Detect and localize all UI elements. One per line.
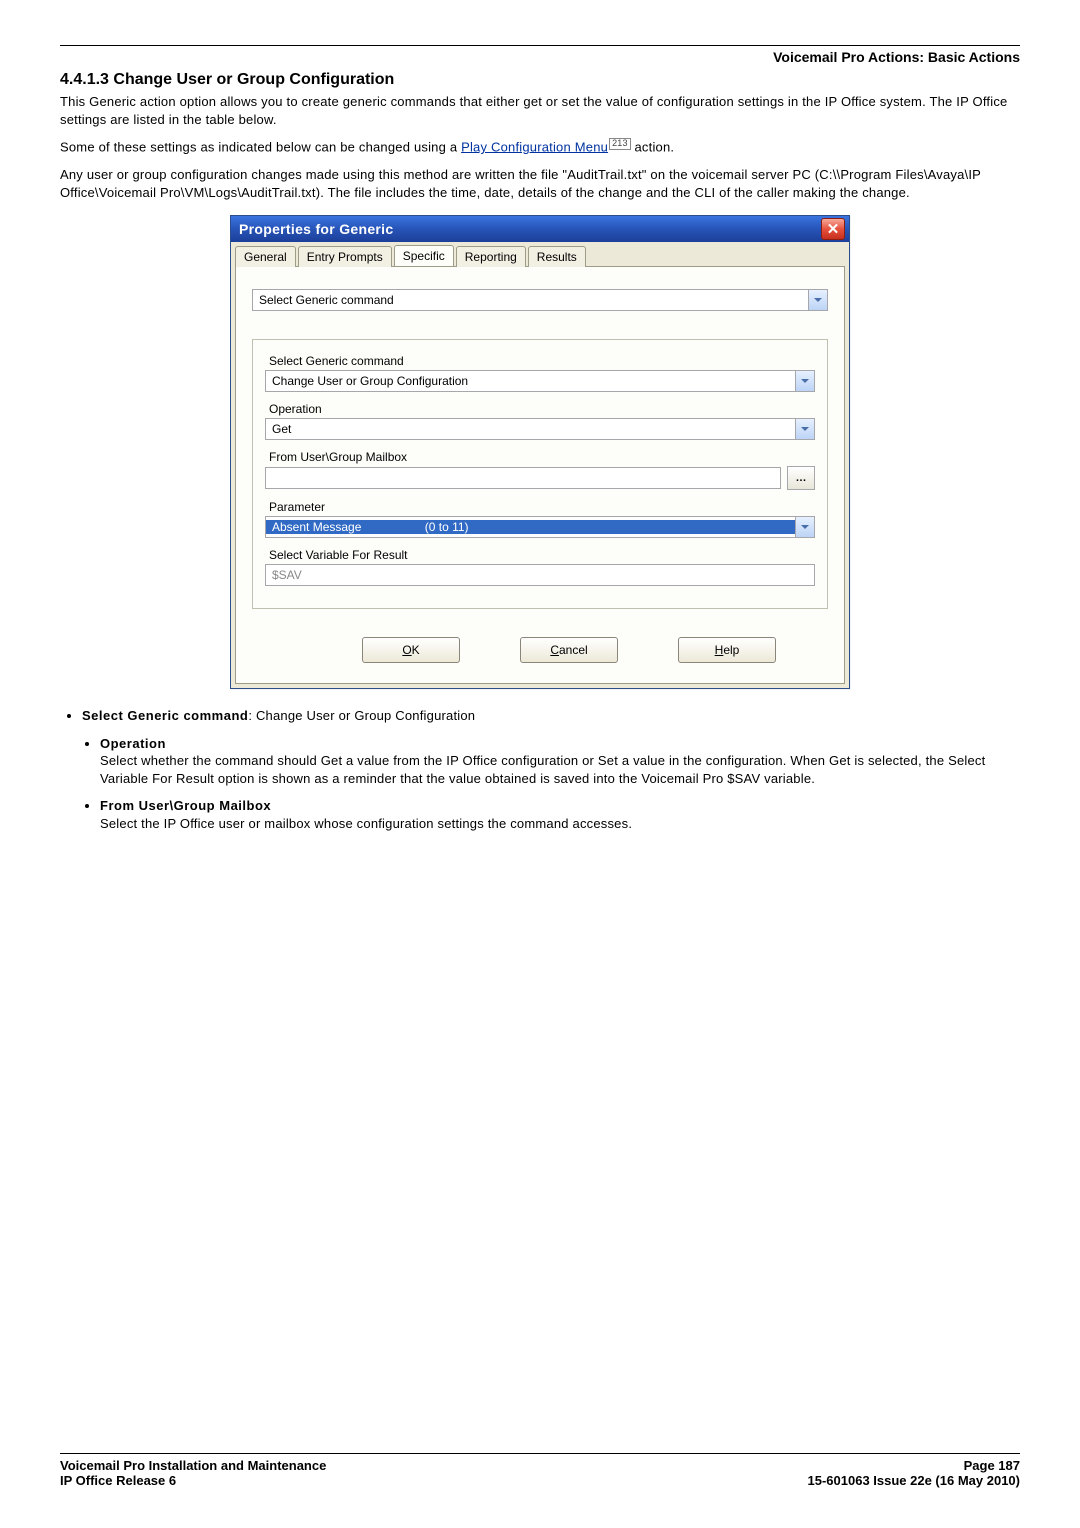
field-result-var: Select Variable For Result $SAV [265,548,815,586]
footer-right-1: Page 187 [964,1458,1020,1473]
tab-results[interactable]: Results [528,246,586,267]
bullet-mailbox-body: Select the IP Office user or mailbox who… [100,816,632,831]
label-result-var: Select Variable For Result [265,548,815,562]
ok-button[interactable]: OK [362,637,460,663]
bullet-mailbox-head: From User\Group Mailbox [100,798,271,813]
close-button[interactable]: ✕ [821,218,845,240]
footer-rule [60,1453,1020,1454]
p2-before: Some of these settings as indicated belo… [60,139,461,154]
section-number: 4.4.1.3 [60,71,109,88]
top-combo-dropdown[interactable] [808,290,827,310]
label-parameter: Parameter [265,500,815,514]
tab-entry-prompts[interactable]: Entry Prompts [298,246,392,267]
input-mailbox[interactable] [265,467,781,489]
input-result-var[interactable]: $SAV [265,564,815,586]
p2-after: action. [631,139,675,154]
section-title: 4.4.1.3 Change User or Group Configurati… [60,71,1020,89]
bullet-mailbox: From User\Group Mailbox Select the IP Of… [100,797,1020,832]
combo-parameter-extra: (0 to 11) [425,520,469,534]
combo-parameter-dropdown[interactable] [795,517,814,537]
dialog-titlebar: Properties for Generic ✕ [231,216,849,242]
close-icon: ✕ [827,222,840,237]
footer-row-2: IP Office Release 6 15-601063 Issue 22e … [60,1473,1020,1488]
page-ref-badge: 213 [609,138,631,150]
bullet-operation-head: Operation [100,736,166,751]
chevron-down-icon [801,427,809,431]
sub-bullet-list: Operation Select whether the command sho… [60,735,1020,833]
bullet-operation: Operation Select whether the command sho… [100,735,1020,788]
footer-right-2: 15-601063 Issue 22e (16 May 2010) [808,1473,1021,1488]
field-parameter: Parameter Absent Message (0 to 11) [265,500,815,538]
field-top-combo: Select Generic command [252,289,828,311]
combo-operation-value: Get [266,422,795,436]
input-result-var-value: $SAV [266,568,814,582]
page-footer: Voicemail Pro Installation and Maintenan… [60,1453,1020,1488]
bullet-select-command-head: Select Generic command [82,708,248,723]
tab-reporting[interactable]: Reporting [456,246,526,267]
dialog-button-row: OK Cancel Help [252,637,828,663]
dialog-panel: Select Generic command Select Generic co… [235,266,845,684]
browse-mailbox-button[interactable]: … [787,466,815,490]
properties-dialog: Properties for Generic ✕ General Entry P… [230,215,850,689]
cancel-button[interactable]: Cancel [520,637,618,663]
top-combo[interactable]: Select Generic command [252,289,828,311]
footer-left-2: IP Office Release 6 [60,1473,176,1488]
combo-operation-dropdown[interactable] [795,419,814,439]
combo-generic-command-dropdown[interactable] [795,371,814,391]
label-operation: Operation [265,402,815,416]
bullet-list: Select Generic command: Change User or G… [60,707,1020,725]
combo-operation[interactable]: Get [265,418,815,440]
top-combo-value: Select Generic command [253,293,808,307]
chevron-down-icon [801,379,809,383]
help-button[interactable]: Help [678,637,776,663]
field-operation: Operation Get [265,402,815,440]
dialog-title: Properties for Generic [239,221,393,237]
tab-specific[interactable]: Specific [394,245,454,266]
combo-parameter[interactable]: Absent Message (0 to 11) [265,516,815,538]
bullet-select-command-value: : Change User or Group Configuration [248,708,475,723]
chevron-down-icon [801,525,809,529]
combo-generic-command[interactable]: Change User or Group Configuration [265,370,815,392]
paragraph-3: Any user or group configuration changes … [60,166,1020,201]
chevron-down-icon [814,298,822,302]
dialog-tabs: General Entry Prompts Specific Reporting… [231,242,849,266]
bullet-operation-body: Select whether the command should Get a … [100,753,985,786]
fields-group: Select Generic command Change User or Gr… [252,339,828,609]
paragraph-1: This Generic action option allows you to… [60,93,1020,128]
bullet-select-command: Select Generic command: Change User or G… [82,707,1020,725]
footer-left-1: Voicemail Pro Installation and Maintenan… [60,1458,326,1473]
tab-general[interactable]: General [235,246,296,267]
label-generic-command: Select Generic command [265,354,815,368]
label-mailbox: From User\Group Mailbox [265,450,815,464]
section-heading: Change User or Group Configuration [113,71,394,88]
combo-parameter-value: Absent Message (0 to 11) [266,520,795,534]
combo-generic-command-value: Change User or Group Configuration [266,374,795,388]
field-mailbox: From User\Group Mailbox … [265,450,815,490]
header-tag: Voicemail Pro Actions: Basic Actions [60,49,1020,65]
play-config-menu-link[interactable]: Play Configuration Menu [461,139,608,154]
ellipsis-icon: … [796,472,807,484]
field-generic-command: Select Generic command Change User or Gr… [265,354,815,392]
top-rule [60,45,1020,46]
combo-parameter-text: Absent Message [272,520,361,534]
paragraph-2: Some of these settings as indicated belo… [60,138,1020,156]
footer-row-1: Voicemail Pro Installation and Maintenan… [60,1458,1020,1473]
